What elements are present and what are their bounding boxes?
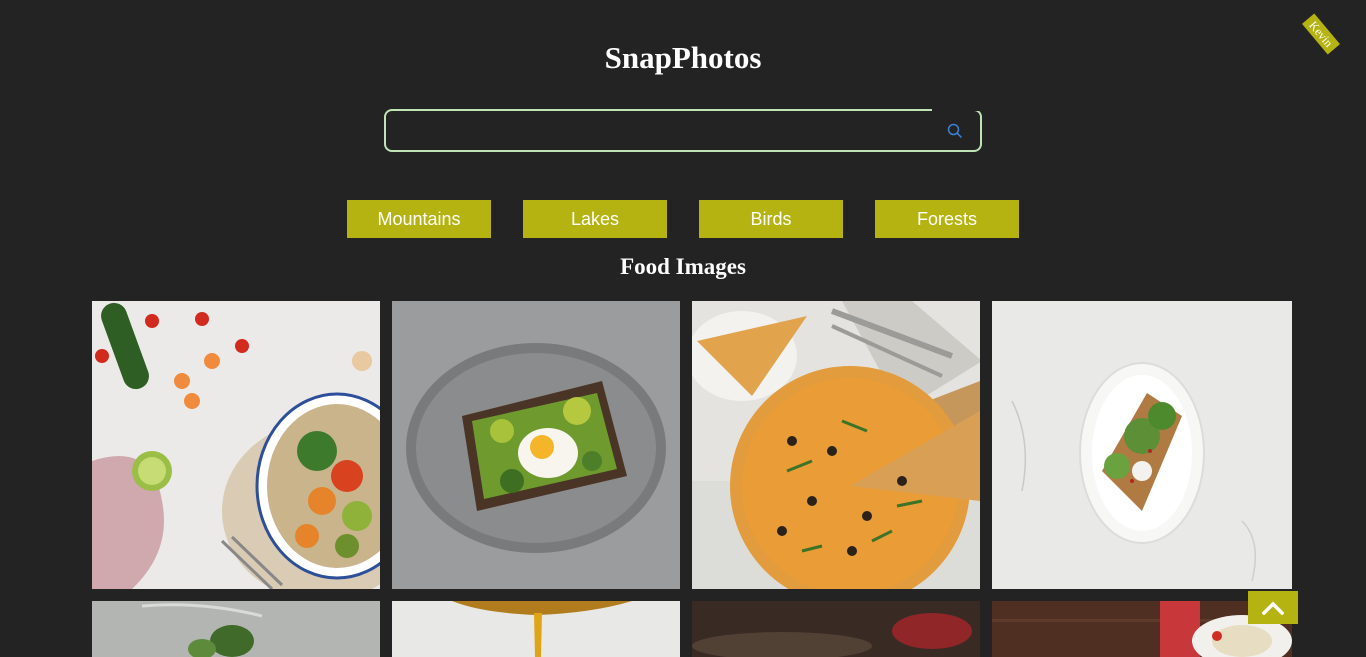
toast-plate-image — [992, 301, 1292, 589]
photo-tile-avocado-toast[interactable] — [392, 301, 680, 589]
scroll-to-top-button[interactable] — [1248, 591, 1298, 624]
chevron-up-icon — [1262, 601, 1284, 615]
pizza-image — [692, 301, 980, 589]
honey-image — [392, 601, 680, 657]
photo-tile-toast-plate[interactable] — [992, 301, 1292, 589]
noodles-image — [992, 601, 1292, 657]
page: Kevin SnapPhotos Mountains Lakes Birds F… — [0, 0, 1366, 657]
photo-tile-noodles[interactable] — [992, 601, 1292, 657]
photo-tile-salad-fork[interactable] — [92, 601, 380, 657]
photo-tile-blurred-food[interactable] — [692, 601, 980, 657]
photo-grid — [0, 0, 1366, 657]
photo-tile-honey[interactable] — [392, 601, 680, 657]
salad-fork-image — [92, 601, 380, 657]
photo-tile-vegetable-bowl[interactable] — [92, 301, 380, 589]
blurred-food-image — [692, 601, 980, 657]
vegetable-bowl-image — [92, 301, 380, 589]
photo-tile-pizza[interactable] — [692, 301, 980, 589]
avocado-toast-image — [392, 301, 680, 589]
